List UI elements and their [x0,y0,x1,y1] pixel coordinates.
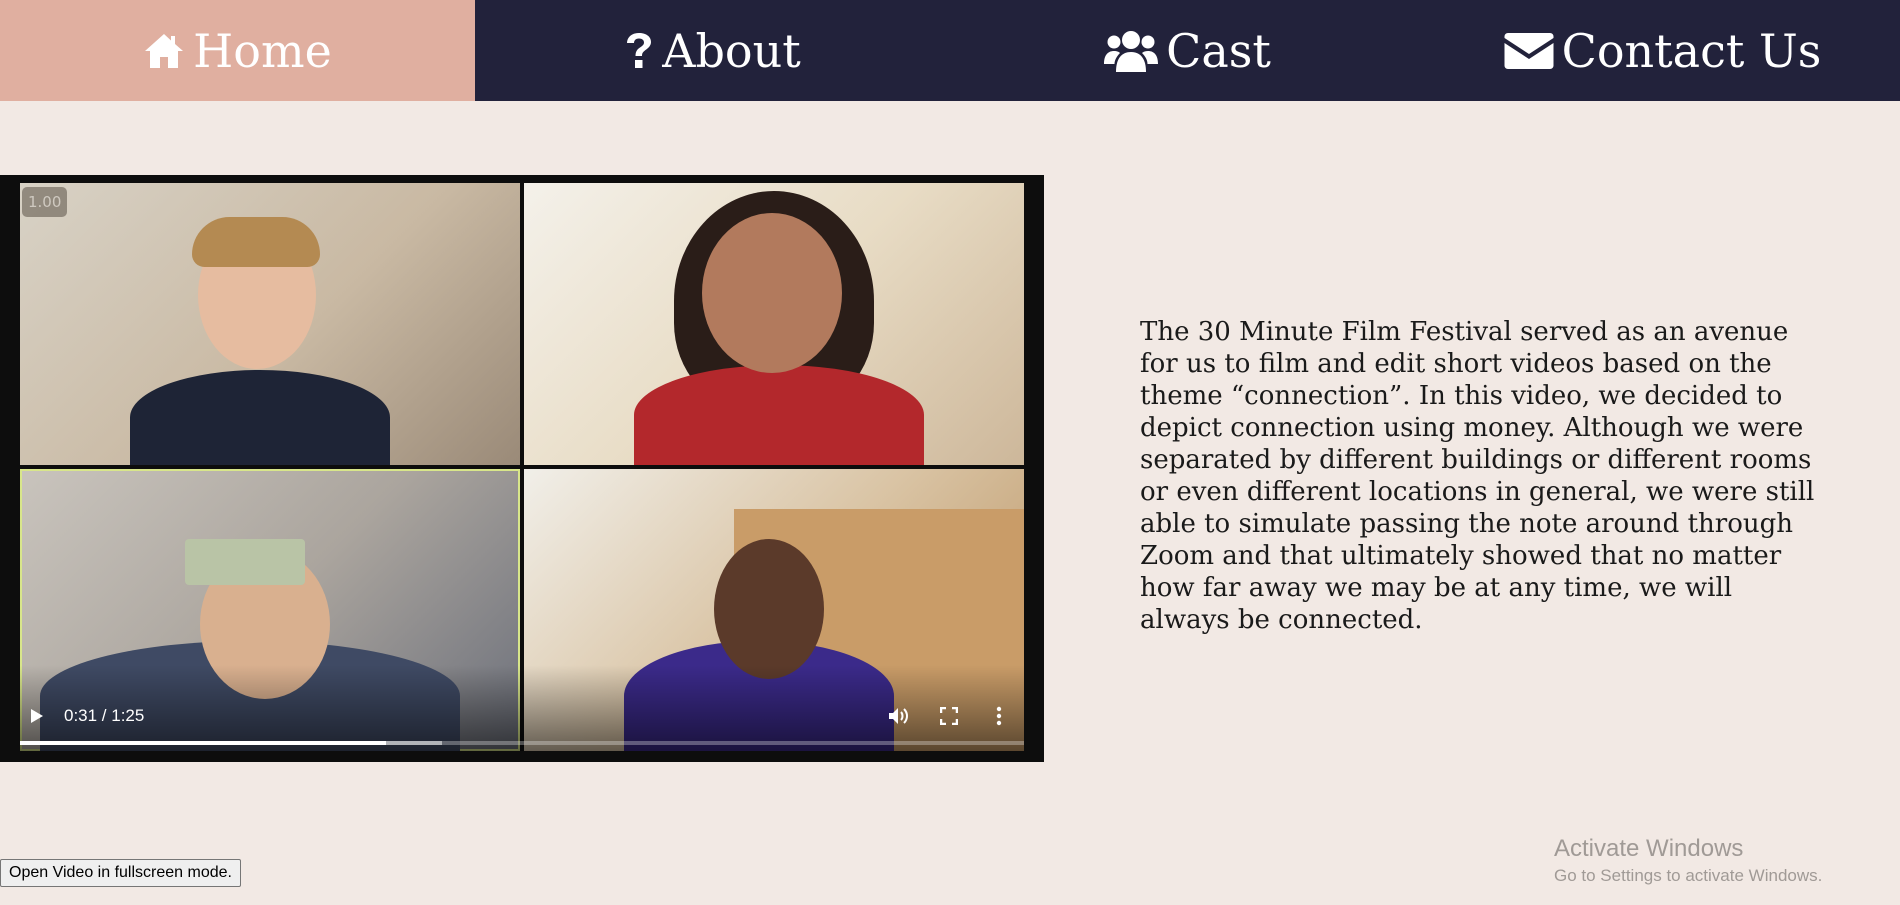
fullscreen-icon [940,707,958,725]
participant-body [634,365,924,465]
activate-windows-watermark: Activate Windows Go to Settings to activ… [1554,834,1822,888]
nav-home-label: Home [193,23,332,78]
participant-tile [524,183,1024,465]
controls-right [874,701,1024,731]
participant-face [702,213,842,373]
playback-speed-badge: 1.00 [22,187,68,217]
fullscreen-button[interactable] [934,701,964,731]
participant-tile [20,183,520,465]
envelope-icon [1504,31,1554,71]
watermark-title: Activate Windows [1554,835,1744,862]
participant-body [130,370,390,465]
home-icon [143,32,185,70]
play-button[interactable] [22,701,52,731]
top-navigation: Home About Cast Contact Us [0,0,1900,101]
more-vertical-icon [996,706,1002,726]
video-controls: 0:31 / 1:25 [20,665,1024,751]
nav-cast-label: Cast [1166,23,1271,78]
participant-face [714,539,824,679]
seek-bar-played [20,741,387,745]
question-icon [624,31,654,71]
nav-contact-label: Contact Us [1561,23,1822,78]
play-icon [31,709,43,723]
seek-bar[interactable] [20,741,1024,745]
volume-icon [889,708,908,724]
dollar-bill [185,539,305,585]
video-description: The 30 Minute Film Festival served as an… [1140,317,1815,635]
video-player[interactable]: 1.00 0:31 / 1:25 [0,175,1044,762]
nav-about[interactable]: About [475,0,950,101]
users-icon [1104,28,1159,74]
nav-about-label: About [662,23,801,78]
open-fullscreen-button[interactable]: Open Video in fullscreen mode. [0,859,241,887]
nav-home[interactable]: Home [0,0,475,101]
nav-contact[interactable]: Contact Us [1425,0,1900,101]
controls-row: 0:31 / 1:25 [20,701,1024,731]
volume-button[interactable] [884,701,914,731]
watermark-subtitle: Go to Settings to activate Windows. [1554,866,1823,885]
more-options-button[interactable] [984,701,1014,731]
nav-cast[interactable]: Cast [950,0,1425,101]
time-display: 0:31 / 1:25 [64,706,145,725]
participant-hair [192,217,320,267]
